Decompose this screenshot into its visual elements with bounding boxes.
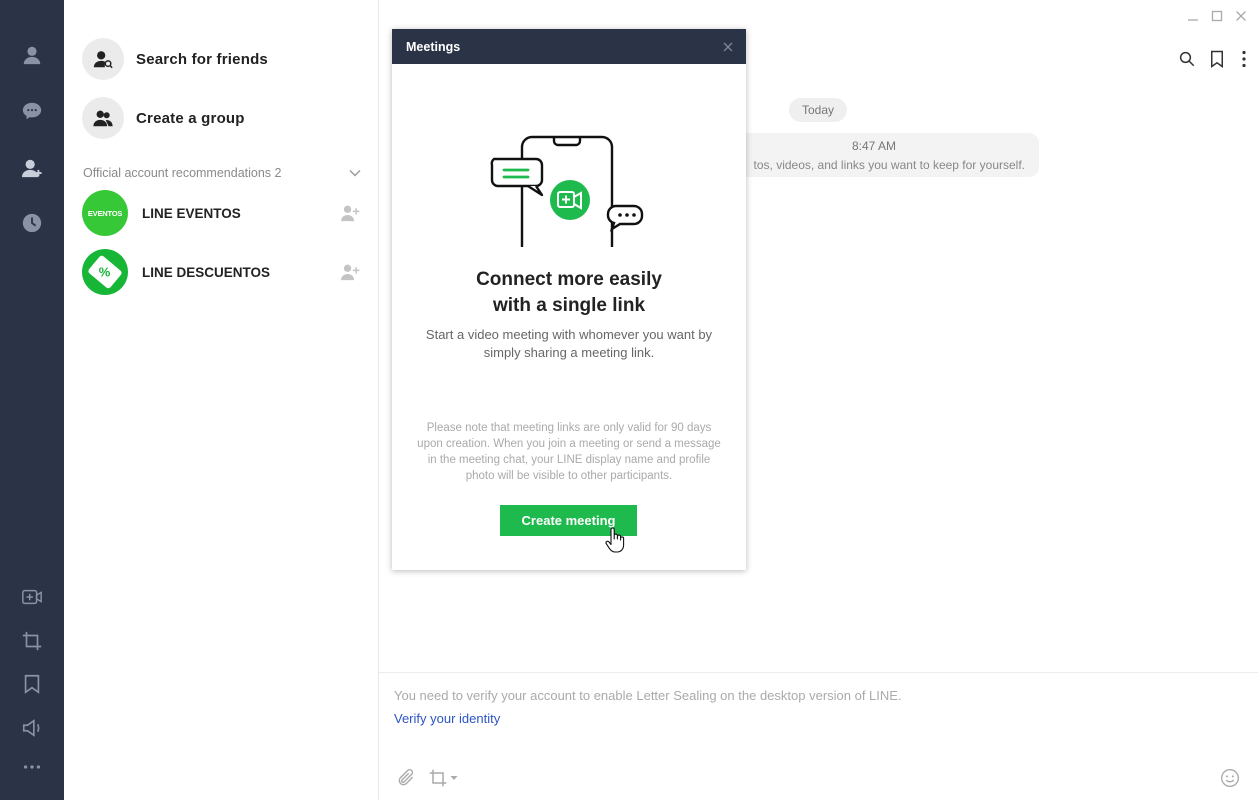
- search-person-icon: [93, 51, 113, 69]
- account-avatar-eventos: EVENTOS: [82, 190, 128, 236]
- close-window-button[interactable]: [1232, 7, 1250, 25]
- dialog-close-button[interactable]: [720, 39, 736, 55]
- maximize-icon: [1211, 10, 1223, 22]
- letter-sealing-notice: You need to verify your account to enabl…: [394, 688, 902, 703]
- bookmark-icon: [24, 674, 40, 694]
- dialog-title: Meetings: [406, 39, 461, 54]
- clock-icon: [22, 213, 42, 233]
- speaker-icon: [22, 719, 40, 737]
- left-nav-rail: [0, 0, 64, 800]
- search-friends-row[interactable]: Search for friends: [82, 37, 268, 81]
- search-icon: [1179, 51, 1195, 67]
- close-icon: [1236, 11, 1246, 21]
- more-dots-icon: [23, 765, 41, 769]
- add-person-icon: [341, 205, 360, 222]
- notice-time: 8:47 AM: [851, 139, 897, 153]
- crop-icon: [429, 769, 447, 787]
- add-friend-button[interactable]: [338, 201, 362, 225]
- chevron-down-icon: [349, 170, 361, 177]
- rail-timeline-button[interactable]: [16, 207, 48, 239]
- create-group-row[interactable]: Create a group: [82, 96, 245, 140]
- account-name: LINE EVENTOS: [142, 205, 241, 221]
- dialog-subtext: Start a video meeting with whomever you …: [425, 327, 713, 360]
- line-app-window: Search for friends Create a group Offici…: [0, 0, 1258, 800]
- chat-keep-button[interactable]: [1206, 48, 1228, 70]
- video-plus-icon: [22, 589, 42, 605]
- meeting-illustration: [490, 135, 644, 247]
- emoji-button[interactable]: [1220, 768, 1240, 788]
- add-friends-panel: Search for friends Create a group Offici…: [64, 0, 379, 800]
- screenshot-tool-button[interactable]: [428, 768, 458, 788]
- smiley-icon: [1221, 769, 1239, 787]
- account-item-line-descuentos[interactable]: % LINE DESCUENTOS: [82, 248, 362, 296]
- paperclip-icon: [398, 769, 414, 786]
- dialog-fine-print: Please note that meeting links are only …: [417, 422, 721, 482]
- vertical-dots-icon: [1242, 50, 1246, 68]
- add-person-icon: [341, 264, 360, 281]
- group-icon: [93, 110, 113, 127]
- section-title: Official account recommendations 2: [83, 166, 282, 180]
- account-name: LINE DESCUENTOS: [142, 264, 271, 280]
- attach-file-button[interactable]: [396, 768, 416, 788]
- minimize-button[interactable]: [1184, 7, 1202, 25]
- chat-search-button[interactable]: [1176, 48, 1198, 70]
- discount-tag-icon: %: [87, 254, 123, 290]
- rail-chats-button[interactable]: [16, 95, 48, 127]
- hand-pointer-cursor-icon: [605, 527, 625, 553]
- chat-bubble-icon: [22, 102, 42, 120]
- rail-announcements-button[interactable]: [16, 712, 48, 744]
- rail-friends-button[interactable]: [16, 39, 48, 71]
- search-friends-label: Search for friends: [136, 50, 268, 68]
- account-avatar-descuentos: %: [82, 249, 128, 295]
- add-person-icon: [21, 159, 42, 178]
- dialog-header: Meetings: [392, 29, 746, 64]
- rail-more-button[interactable]: [16, 751, 48, 783]
- discount-tag-text: %: [99, 264, 111, 280]
- rail-keep-button[interactable]: [16, 668, 48, 700]
- dialog-headline: Connect more easily with a single link: [476, 269, 662, 316]
- add-friend-button[interactable]: [338, 260, 362, 284]
- notice-text: tos, videos, and links you want to keep …: [753, 158, 1025, 172]
- meetings-dialog: Meetings Connect more easily with a sing…: [392, 29, 746, 570]
- bookmark-icon: [1211, 50, 1223, 68]
- rail-meetings-button[interactable]: [16, 581, 48, 613]
- minimize-icon: [1188, 19, 1198, 21]
- message-composer: You need to verify your account to enabl…: [379, 672, 1258, 800]
- maximize-button[interactable]: [1208, 7, 1226, 25]
- close-icon: [723, 42, 733, 51]
- eventos-logo-text: EVENTOS: [87, 208, 123, 218]
- system-notice-bubble: 8:47 AM tos, videos, and links you want …: [709, 133, 1039, 177]
- official-recommendations-header[interactable]: Official account recommendations 2: [83, 163, 361, 183]
- account-item-line-eventos[interactable]: EVENTOS LINE EVENTOS: [82, 189, 362, 237]
- crop-icon: [22, 631, 42, 651]
- caret-down-icon: [450, 776, 458, 780]
- create-group-avatar: [82, 97, 124, 139]
- verify-identity-link[interactable]: Verify your identity: [394, 711, 500, 726]
- person-icon: [23, 46, 41, 65]
- chat-menu-button[interactable]: [1233, 48, 1255, 70]
- search-friends-avatar: [82, 38, 124, 80]
- date-separator: Today: [789, 98, 847, 122]
- create-group-label: Create a group: [136, 109, 245, 127]
- rail-add-friends-button[interactable]: [16, 152, 48, 184]
- rail-screenshot-button[interactable]: [16, 625, 48, 657]
